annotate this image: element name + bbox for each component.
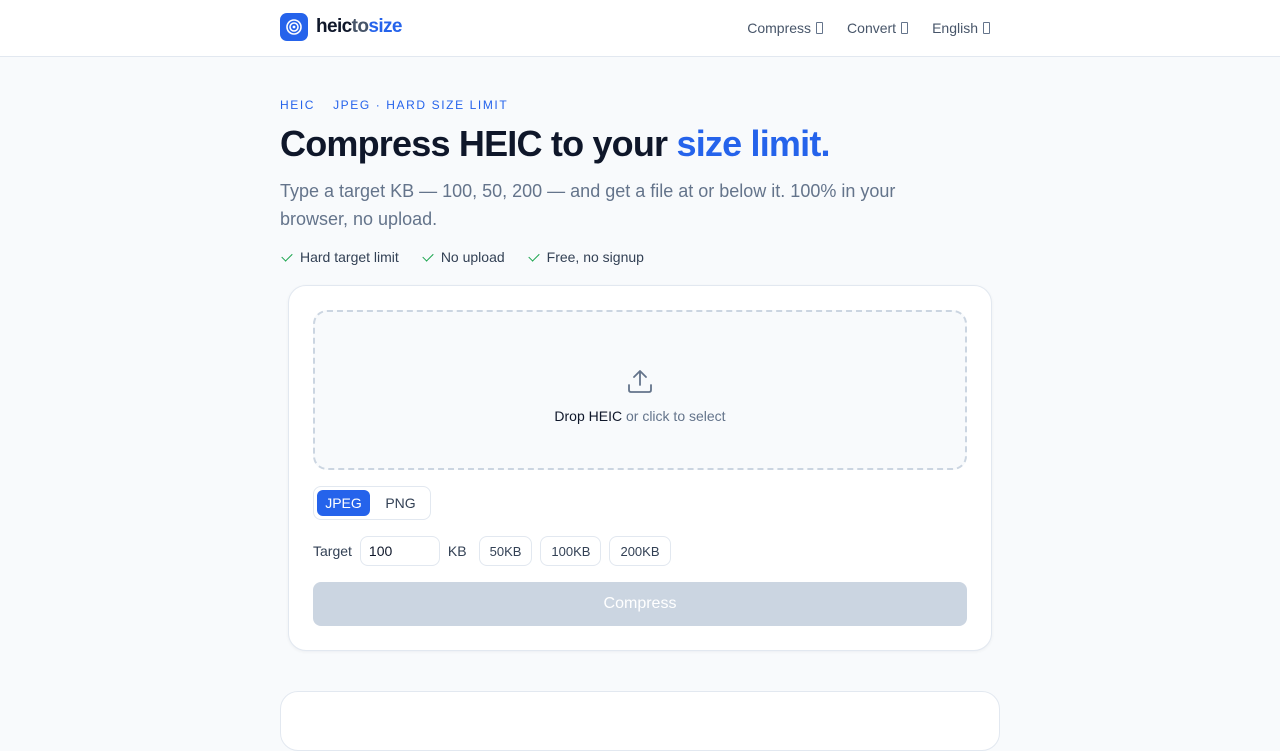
preset-50kb-button[interactable]: 50KB [478,536,533,566]
compress-button[interactable]: Compress [313,582,967,626]
check-icon [422,249,434,262]
top-navbar: heictosize Compress Convert English [0,0,1280,57]
preset-200kb-button[interactable]: 200KB [609,536,671,566]
main-nav: Compress Convert English [747,0,990,56]
perk-list: Hard target limit No upload Free, no sig… [280,249,644,265]
target-unit: KB [447,543,467,559]
language-label: English [932,20,978,36]
format-jpeg-button[interactable]: JPEG [317,490,370,516]
language-selector[interactable]: English [932,20,990,36]
page-subtitle: Type a target KB — 100, 50, 200 — and ge… [280,181,896,229]
check-icon [281,249,293,262]
nav-convert-menu[interactable]: Convert [847,20,909,36]
logo-link[interactable]: heictosize [280,13,402,41]
lower-section-card [280,691,1000,751]
target-icon [280,13,308,41]
target-label: Target [313,543,352,559]
check-icon [527,249,540,262]
perk-item: Free, no signup [527,249,644,265]
nav-convert-label: Convert [847,20,897,36]
upload-icon [626,367,654,400]
chevron-down-icon [901,22,909,34]
nav-compress-label: Compress [747,20,812,36]
compressor-card: Drop HEIC or click to select JPEG PNG Ta… [288,285,992,651]
eyebrow-tag: HEIC [280,98,316,112]
format-png-button[interactable]: PNG [374,490,427,516]
file-dropzone[interactable]: Drop HEIC or click to select [313,310,967,470]
page-title: Compress HEIC to your size limit. [280,123,831,164]
target-size-row: Target KB 50KB 100KB 200KB [313,536,671,566]
preset-100kb-button[interactable]: 100KB [540,536,602,566]
chevron-down-icon [816,22,824,34]
output-format-toggle: JPEG PNG [313,486,431,520]
nav-compress-menu[interactable]: Compress [747,20,824,36]
target-size-input[interactable] [359,536,440,566]
chevron-down-icon [983,22,990,34]
dropzone-text: Drop HEIC or click to select [554,407,726,424]
eyebrow-tag: JPEG · HARD SIZE LIMIT [333,98,509,112]
title-highlight: size limit. [676,123,830,164]
brand-name: heictosize [316,16,402,37]
perk-item: No upload [421,249,505,265]
eyebrow-tags: HEIC JPEG · HARD SIZE LIMIT [280,98,508,112]
perk-item: Hard target limit [280,249,399,265]
